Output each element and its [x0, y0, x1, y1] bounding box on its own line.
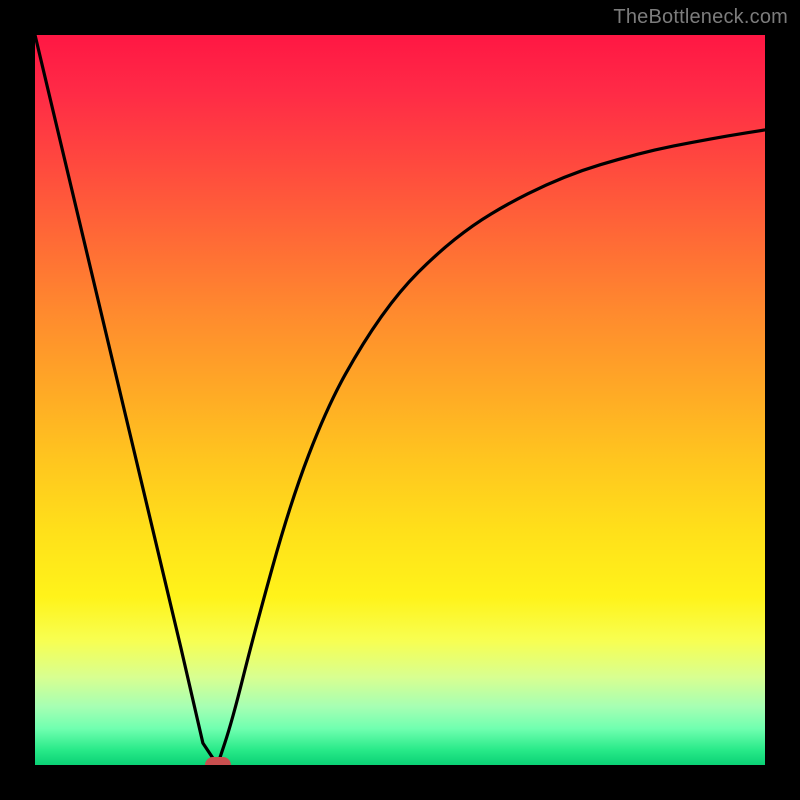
chart-frame: TheBottleneck.com	[0, 0, 800, 800]
watermark-text: TheBottleneck.com	[613, 6, 788, 29]
plot-area	[35, 35, 765, 765]
bottleneck-curve	[35, 35, 765, 765]
minimum-marker	[205, 757, 231, 765]
